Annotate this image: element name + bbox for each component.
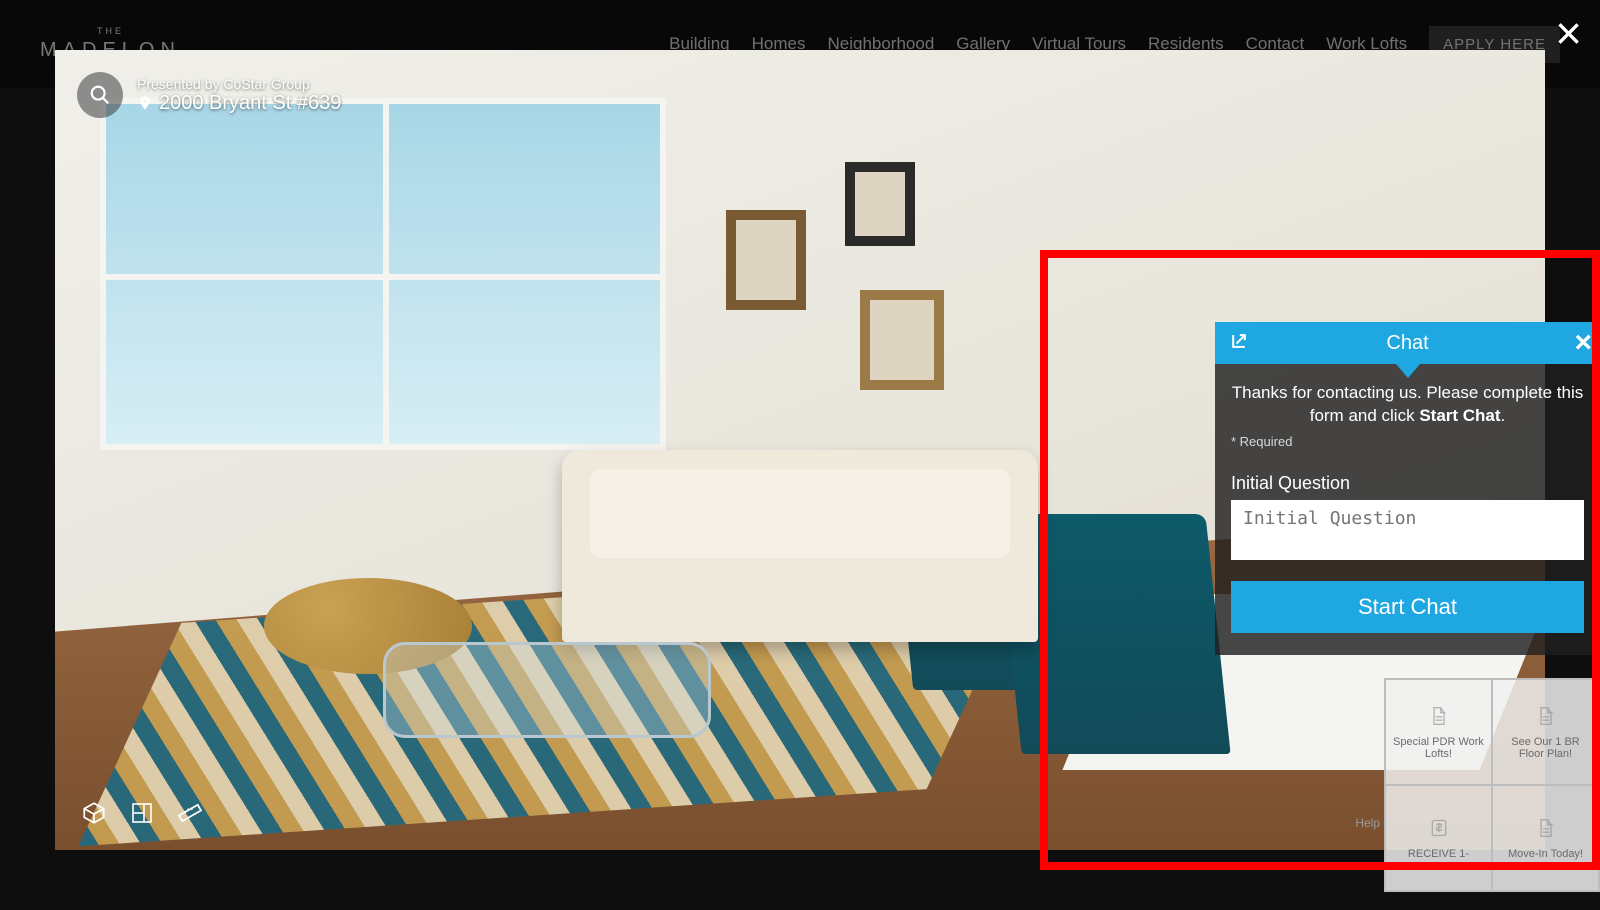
chat-header-caret	[1396, 364, 1420, 378]
tour-presented-by: Presented by CoStar Group	[137, 76, 341, 92]
tour-floorplan-icon[interactable]	[129, 800, 155, 826]
tour-info: Presented by CoStar Group 2000 Bryant St…	[137, 76, 341, 115]
chat-initial-question-input[interactable]	[1231, 500, 1584, 560]
chat-welcome-message: Thanks for contacting us. Please complet…	[1231, 382, 1584, 428]
wall-art	[726, 210, 806, 310]
promo-label: See Our 1 BR Floor Plan!	[1499, 736, 1592, 760]
document-icon	[1429, 704, 1449, 728]
tour-top-bar: Presented by CoStar Group 2000 Bryant St…	[77, 72, 341, 118]
chat-title: Chat	[1215, 332, 1600, 355]
location-pin-icon	[137, 95, 153, 111]
tour-search-button[interactable]	[77, 72, 123, 118]
popout-icon	[1229, 331, 1249, 351]
promo-tile[interactable]: See Our 1 BR Floor Plan!	[1492, 679, 1599, 785]
promo-label: RECEIVE 1-	[1408, 848, 1469, 860]
document-icon	[1536, 704, 1556, 728]
promo-label: Move-In Today!	[1508, 848, 1583, 860]
wall-art	[845, 162, 915, 246]
sofa	[562, 450, 1039, 642]
document-icon	[1536, 816, 1556, 840]
room-window	[100, 98, 666, 450]
chat-popout-button[interactable]	[1229, 331, 1249, 356]
promo-tile[interactable]: Special PDR Work Lofts!	[1385, 679, 1492, 785]
chat-msg-bold: Start Chat	[1419, 406, 1500, 425]
tour-3d-icon[interactable]	[81, 800, 107, 826]
dollar-icon	[1429, 816, 1449, 840]
chat-required-note: * Required	[1231, 434, 1584, 449]
tour-measure-icon[interactable]	[177, 800, 203, 826]
chat-body: Thanks for contacting us. Please complet…	[1215, 364, 1600, 655]
chat-msg-pre: Thanks for contacting us. Please complet…	[1232, 383, 1584, 425]
chat-widget: Chat × Thanks for contacting us. Please …	[1215, 322, 1600, 655]
coffee-table	[383, 642, 711, 738]
chat-header: Chat ×	[1215, 322, 1600, 364]
chat-close-button[interactable]: ×	[1574, 326, 1592, 360]
tour-bottom-toolbar	[81, 800, 203, 826]
chat-field-label: Initial Question	[1231, 473, 1584, 494]
promo-label: Special PDR Work Lofts!	[1392, 736, 1485, 760]
search-icon	[89, 84, 111, 106]
promo-grid: Special PDR Work Lofts! See Our 1 BR Flo…	[1384, 678, 1600, 892]
modal-close-button[interactable]: ×	[1555, 10, 1582, 56]
tour-address: 2000 Bryant St #639	[159, 92, 341, 115]
promo-tile[interactable]: Move-In Today!	[1492, 785, 1599, 891]
chat-msg-post: .	[1501, 406, 1506, 425]
help-label[interactable]: Help	[1355, 816, 1380, 830]
promo-tile[interactable]: RECEIVE 1-	[1385, 785, 1492, 891]
wall-art	[860, 290, 944, 390]
chat-start-button[interactable]: Start Chat	[1231, 581, 1584, 633]
